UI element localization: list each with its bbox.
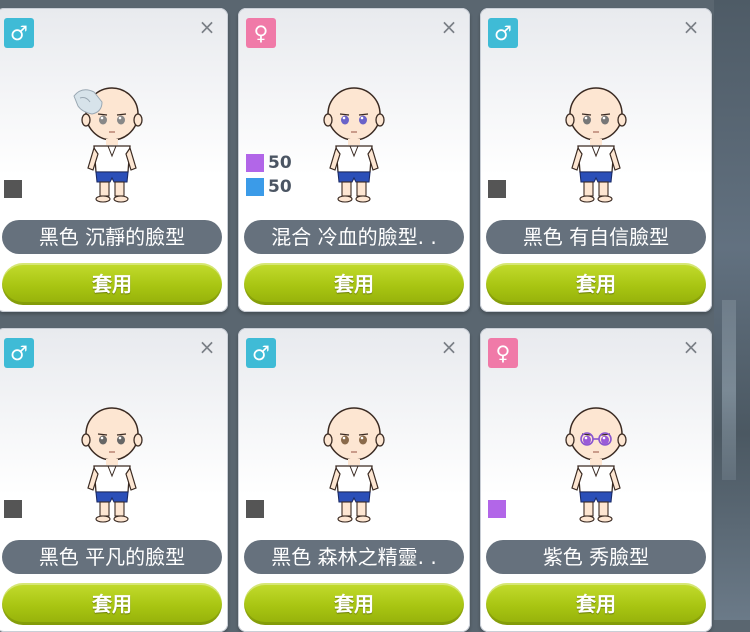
color-swatch-row: 50: [246, 152, 292, 174]
color-swatch-row: [488, 498, 510, 520]
color-swatches: [488, 498, 510, 522]
character-avatar: [556, 78, 636, 208]
color-percent: 50: [268, 153, 292, 173]
color-swatch: [246, 178, 264, 196]
female-gender-icon: ♀: [488, 338, 518, 368]
color-swatch: [246, 154, 264, 172]
color-swatches: [246, 498, 268, 522]
face-card: ♂ × 黑色 沉靜的臉型套用: [0, 8, 228, 312]
male-gender-icon: ♂: [488, 18, 518, 48]
color-swatches: [488, 178, 510, 202]
color-swatch-row: [4, 498, 26, 520]
color-swatch-row: 50: [246, 176, 292, 198]
face-card: ♀ × 紫色 秀臉型套用: [480, 328, 712, 632]
color-swatch: [488, 180, 506, 198]
apply-button[interactable]: 套用: [244, 263, 464, 305]
color-swatch: [4, 180, 22, 198]
character-avatar: [72, 398, 152, 528]
color-swatch: [4, 500, 22, 518]
female-gender-icon: ♀: [246, 18, 276, 48]
face-name-label: 黑色 沉靜的臉型: [2, 220, 222, 254]
character-avatar: [314, 78, 394, 208]
color-swatch-row: [4, 178, 26, 200]
character-avatar: [72, 78, 152, 208]
color-swatches: [4, 178, 26, 202]
color-swatches: 50 50: [246, 152, 292, 200]
face-name-label: 混合 冷血的臉型. .: [244, 220, 464, 254]
face-card: ♀ × 50 50 混合 冷血的臉型. . 套用: [238, 8, 470, 312]
male-gender-icon: ♂: [4, 338, 34, 368]
apply-button[interactable]: 套用: [486, 263, 706, 305]
face-card: ♂ × 黑色 森林之精靈. . 套用: [238, 328, 470, 632]
color-swatch: [246, 500, 264, 518]
male-gender-icon: ♂: [4, 18, 34, 48]
color-swatch-row: [246, 498, 268, 520]
apply-button[interactable]: 套用: [486, 583, 706, 625]
apply-button[interactable]: 套用: [2, 263, 222, 305]
close-icon[interactable]: ×: [682, 17, 700, 37]
face-card: ♂ × 黑色 有自信臉型套用: [480, 8, 712, 312]
close-icon[interactable]: ×: [682, 337, 700, 357]
male-gender-icon: ♂: [246, 338, 276, 368]
character-avatar: [556, 398, 636, 528]
color-percent: 50: [268, 177, 292, 197]
apply-button[interactable]: 套用: [244, 583, 464, 625]
close-icon[interactable]: ×: [440, 17, 458, 37]
color-swatch-row: [488, 178, 510, 200]
color-swatch: [488, 500, 506, 518]
close-icon[interactable]: ×: [440, 337, 458, 357]
close-icon[interactable]: ×: [198, 17, 216, 37]
close-icon[interactable]: ×: [198, 337, 216, 357]
face-name-label: 紫色 秀臉型: [486, 540, 706, 574]
apply-button[interactable]: 套用: [2, 583, 222, 625]
background-map-strip: [714, 0, 750, 620]
color-swatches: [4, 498, 26, 522]
face-card: ♂ × 黑色 平凡的臉型套用: [0, 328, 228, 632]
face-name-label: 黑色 森林之精靈. .: [244, 540, 464, 574]
face-name-label: 黑色 平凡的臉型: [2, 540, 222, 574]
character-avatar: [314, 398, 394, 528]
face-name-label: 黑色 有自信臉型: [486, 220, 706, 254]
